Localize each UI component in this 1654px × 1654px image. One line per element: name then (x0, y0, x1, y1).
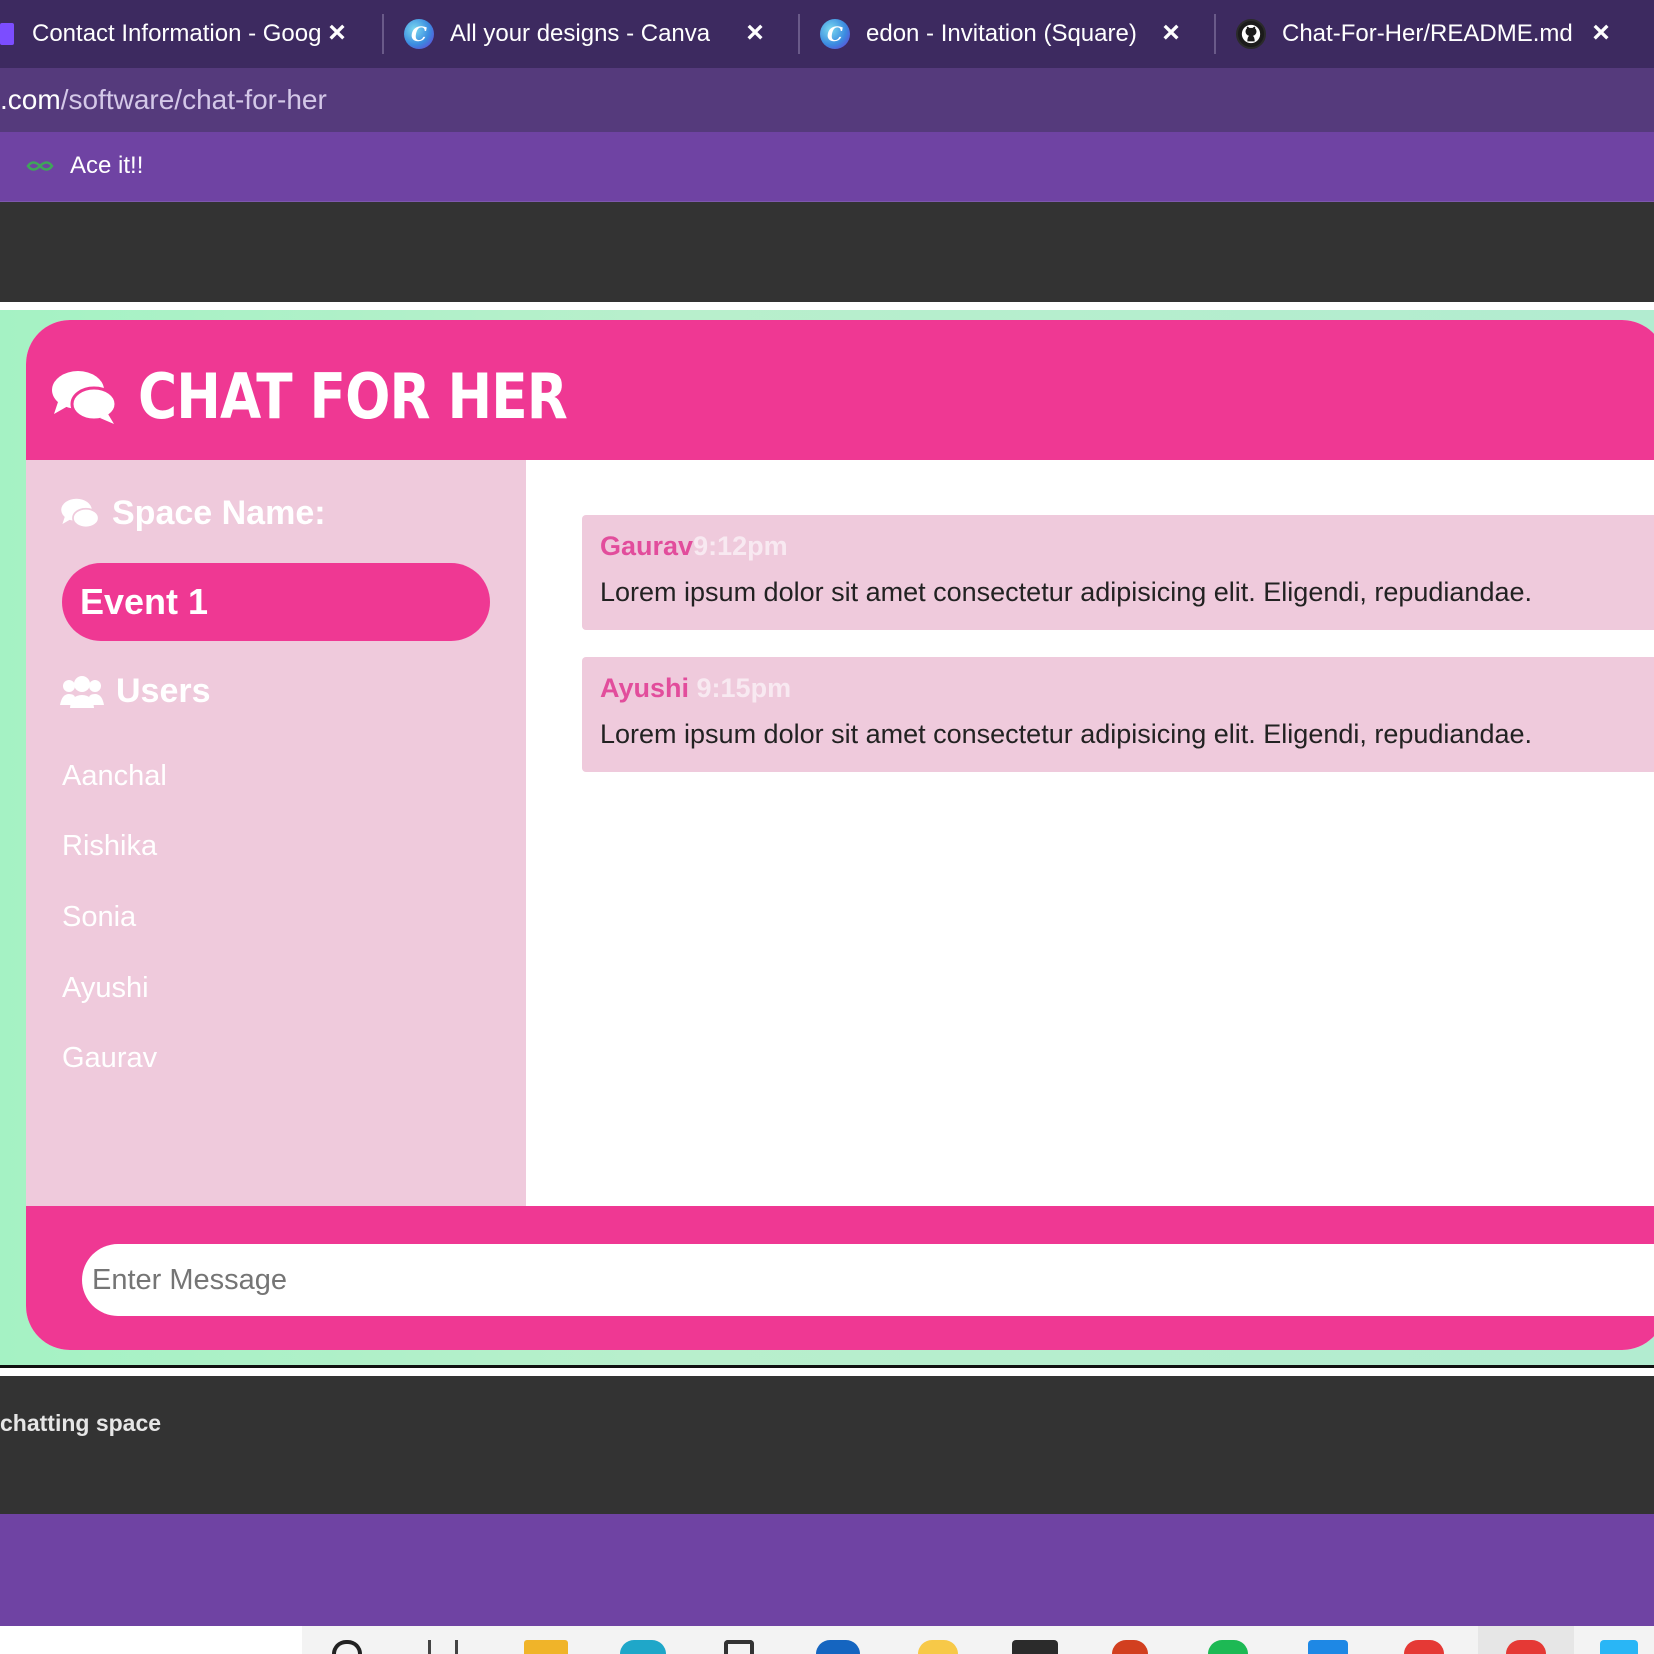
user-list-item[interactable]: Ayushi (62, 972, 149, 1005)
page-top-band (0, 202, 1654, 302)
comments-icon (61, 498, 100, 528)
app-icon[interactable] (1600, 1640, 1638, 1654)
close-icon[interactable]: × (740, 18, 770, 48)
message-sender: Gaurav (600, 531, 694, 561)
chrome-icon[interactable] (1404, 1640, 1444, 1654)
canva-icon: C (404, 19, 434, 49)
message-meta: Ayushi 9:15pm (600, 673, 791, 704)
user-list-item[interactable]: Sonia (62, 901, 136, 934)
spotify-icon[interactable] (1208, 1640, 1248, 1654)
message-input[interactable] (82, 1244, 1654, 1316)
users-label: Users (116, 672, 211, 710)
os-taskbar (0, 1626, 1654, 1654)
messages-panel: Gaurav9:12pm Lorem ipsum dolor sit amet … (526, 460, 1654, 1206)
message: Ayushi 9:15pm Lorem ipsum dolor sit amet… (582, 657, 1654, 772)
chat-preview-area: CHAT FOR HER Space Name: Event 1 Users A… (0, 310, 1654, 1365)
message-text: Lorem ipsum dolor sit amet consectetur a… (600, 577, 1533, 607)
message-sender: Ayushi (600, 673, 690, 703)
canva-icon: C (820, 19, 850, 49)
office-icon[interactable] (1112, 1640, 1148, 1654)
message: Gaurav9:12pm Lorem ipsum dolor sit amet … (582, 515, 1654, 630)
tab-title: All your designs - Canva (450, 20, 711, 47)
task-view-icon[interactable] (428, 1640, 458, 1654)
close-icon[interactable]: × (322, 18, 352, 48)
message-time: 9:15pm (696, 673, 792, 703)
space-name-heading: Space Name: (60, 494, 326, 533)
tab-title: Contact Information - Goog (32, 20, 322, 47)
close-icon[interactable]: × (1586, 18, 1616, 48)
tab-github-readme[interactable]: Chat-For-Her/README.md × (1236, 6, 1626, 62)
bookmarks-bar: Ace it!! (0, 132, 1654, 202)
chat-form (26, 1206, 1654, 1350)
search-icon[interactable] (332, 1640, 362, 1654)
close-icon[interactable]: × (1156, 18, 1186, 48)
mail-icon[interactable] (816, 1640, 860, 1654)
users-icon (60, 675, 104, 708)
tab-separator (382, 14, 384, 54)
message-meta: Gaurav9:12pm (600, 531, 788, 562)
github-icon (1236, 19, 1266, 49)
tab-all-your-designs[interactable]: C All your designs - Canva × (404, 6, 780, 62)
chat-header: CHAT FOR HER (26, 320, 1654, 460)
app-title: CHAT FOR HER (138, 360, 568, 433)
url-host: .com (0, 84, 61, 115)
room-name: Event 1 (62, 563, 490, 641)
sidebar: Space Name: Event 1 Users Aanchal Rishik… (26, 460, 526, 1206)
user-list-item[interactable]: Aanchal (62, 760, 167, 793)
file-explorer-icon[interactable] (524, 1640, 568, 1654)
image-caption: chatting space (0, 1410, 162, 1436)
users-heading: Users (60, 672, 211, 711)
tab-separator (1214, 14, 1216, 54)
url-text[interactable]: .com/software/chat-for-her (0, 84, 327, 116)
bookmark-ace-it[interactable]: Ace it!! (26, 152, 143, 180)
tab-title: edon - Invitation (Square) (866, 20, 1137, 47)
sticky-notes-icon[interactable] (918, 1640, 958, 1654)
tab-invitation[interactable]: C edon - Invitation (Square) × (820, 6, 1196, 62)
taskbar-blank-area (0, 1626, 302, 1654)
user-list-item[interactable]: Rishika (62, 830, 157, 863)
edge-browser-icon[interactable] (620, 1640, 666, 1654)
tab-contact-information[interactable]: Contact Information - Goog × (0, 6, 362, 62)
divider (0, 302, 1654, 310)
url-path: /software/chat-for-her (60, 84, 327, 115)
user-list-item[interactable]: Gaurav (62, 1042, 157, 1075)
chrome-icon[interactable] (1506, 1640, 1546, 1654)
tab-separator (798, 14, 800, 54)
chat-container: CHAT FOR HER Space Name: Event 1 Users A… (26, 320, 1654, 1350)
message-time: 9:12pm (693, 531, 788, 561)
forms-icon (0, 23, 14, 45)
bookmark-icon (26, 161, 54, 171)
divider (0, 1368, 1654, 1376)
terminal-icon[interactable] (1012, 1640, 1058, 1654)
tab-title: Chat-For-Her/README.md (1282, 20, 1572, 47)
caption-band: chatting space (0, 1376, 1654, 1514)
bookmark-label: Ace it!! (70, 152, 144, 179)
store-icon[interactable] (724, 1640, 754, 1654)
browser-tab-bar: Contact Information - Goog × C All your … (0, 0, 1654, 68)
vscode-icon[interactable] (1308, 1640, 1348, 1654)
address-bar[interactable]: .com/software/chat-for-her (0, 68, 1654, 132)
comments-icon (52, 371, 118, 424)
message-text: Lorem ipsum dolor sit amet consectetur a… (600, 719, 1533, 749)
page-footer (0, 1514, 1654, 1626)
space-name-label: Space Name: (112, 494, 326, 532)
